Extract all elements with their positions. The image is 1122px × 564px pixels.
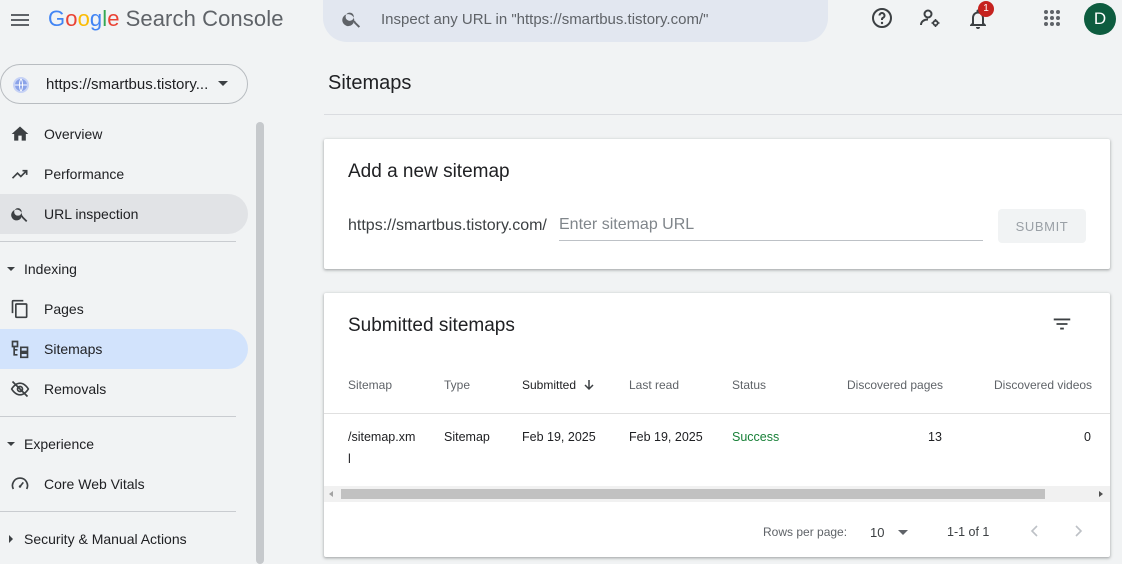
sort-arrow-down-icon [584,380,594,391]
column-header-discovered-pages[interactable]: Discovered pages [847,378,943,392]
sitemap-url-input[interactable] [559,209,983,241]
section-experience[interactable]: Experience [0,428,248,460]
help-icon[interactable] [870,6,894,30]
google-apps-icon[interactable] [1040,6,1064,30]
section-indexing[interactable]: Indexing [0,253,248,285]
url-inspection-search[interactable]: Inspect any URL in "https://smartbus.tis… [323,0,828,42]
globe-icon [12,76,30,94]
notification-count-badge: 1 [978,1,994,17]
table-horizontal-scrollbar[interactable] [324,486,1110,502]
section-label: Indexing [24,261,77,277]
property-selector[interactable]: https://smartbus.tistory... [0,64,248,104]
cell-submitted: Feb 19, 2025 [522,430,596,444]
column-header-discovered-videos[interactable]: Discovered videos [994,378,1092,392]
column-header-status[interactable]: Status [732,378,766,392]
nav-label: Pages [44,301,84,317]
scroll-right-arrow-icon[interactable] [1099,491,1103,497]
trending-up-icon [10,164,30,184]
manage-users-icon[interactable] [918,6,942,30]
page-title: Sitemaps [328,72,412,94]
sidebar-divider [0,416,236,417]
expand-arrow-icon [6,265,16,273]
nav-label: Removals [44,381,107,397]
cell-status: Success [732,430,780,444]
nav-label: Overview [44,126,103,142]
chevron-down-icon [217,80,229,88]
section-label: Security & Manual Actions [24,531,187,547]
nav-url-inspection[interactable]: URL inspection [0,194,248,234]
sitemap-url-prefix: https://smartbus.tistory.com/ [348,217,547,234]
title-divider [324,114,1122,115]
nav-overview[interactable]: Overview [0,114,248,154]
next-page-icon[interactable] [1066,519,1090,543]
cell-type: Sitemap [444,430,490,444]
search-input[interactable]: Inspect any URL in "https://smartbus.tis… [381,11,708,28]
collapsed-arrow-icon [6,535,16,543]
add-sitemap-card: Add a new sitemap https://smartbus.tisto… [324,139,1110,269]
google-search-console-logo[interactable]: Google Search Console [48,6,284,32]
previous-page-icon[interactable] [1023,519,1047,543]
nav-removals[interactable]: Removals [0,369,248,409]
nav-sitemaps[interactable]: Sitemaps [0,329,248,369]
section-security[interactable]: Security & Manual Actions [0,523,248,555]
column-header-sitemap[interactable]: Sitemap [348,378,392,392]
cell-last-read: Feb 19, 2025 [629,430,703,444]
column-header-type[interactable]: Type [444,378,470,392]
rows-per-page-value: 10 [870,525,885,540]
submitted-sitemaps-title: Submitted sitemaps [348,315,515,336]
submit-button[interactable]: SUBMIT [998,209,1086,243]
nav-label: Performance [44,166,125,182]
property-url: https://smartbus.tistory... [46,76,209,93]
cell-discovered-pages: 13 [928,430,942,444]
nav-label: Core Web Vitals [44,476,145,492]
rows-per-page-label: Rows per page: [763,525,848,539]
main-menu-icon[interactable] [8,8,32,32]
scroll-left-arrow-icon[interactable] [329,491,333,497]
column-header-submitted[interactable]: Submitted [522,378,595,392]
home-icon [10,124,30,144]
nav-performance[interactable]: Performance [0,154,248,194]
nav-label: Sitemaps [44,341,103,357]
pages-icon [10,299,30,319]
account-avatar[interactable]: D [1084,3,1116,35]
dropdown-arrow-icon [898,530,908,535]
table-header-divider [324,413,1110,414]
sidebar-divider [0,511,236,512]
nav-pages[interactable]: Pages [0,289,248,329]
nav-label: URL inspection [44,206,139,222]
section-label: Experience [24,436,95,452]
add-sitemap-title: Add a new sitemap [348,161,510,182]
nav-core-web-vitals[interactable]: Core Web Vitals [0,464,248,504]
cell-discovered-videos: 0 [1084,430,1091,444]
cell-sitemap: /sitemap.xm l [348,430,416,466]
scrollbar-thumb[interactable] [341,489,1045,499]
sidebar-scrollbar[interactable] [256,122,264,564]
column-header-last-read[interactable]: Last read [629,378,679,392]
submitted-sitemaps-card: Submitted sitemaps Sitemap Type Submitte… [324,293,1110,557]
expand-arrow-icon [6,440,16,448]
column-header-label: Submitted [522,378,577,392]
sitemap-icon [10,339,30,359]
pagination-range: 1-1 of 1 [947,525,990,539]
filter-icon[interactable] [1051,313,1073,335]
rows-per-page-select[interactable]: 10 [864,519,920,545]
search-icon [341,8,363,30]
search-icon [10,204,30,224]
visibility-off-icon [10,379,30,399]
speed-icon [10,474,30,494]
sidebar-divider [0,241,236,242]
app-header: Google Search Console Inspect any URL in … [0,0,1122,62]
